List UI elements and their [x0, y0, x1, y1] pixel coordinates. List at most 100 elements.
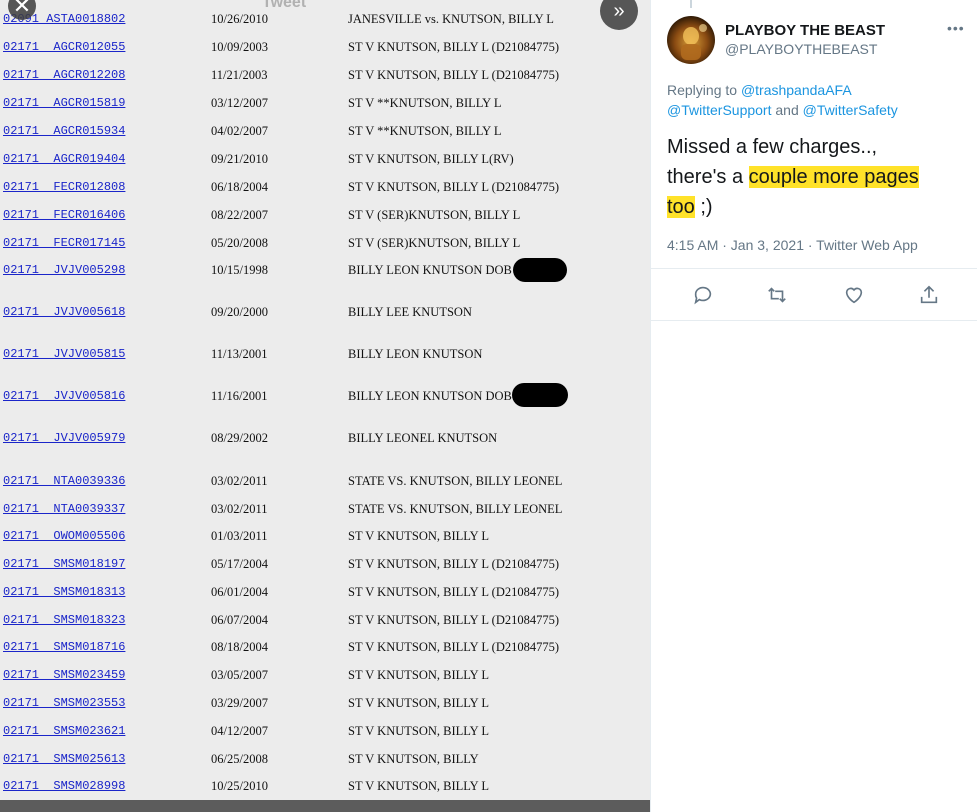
case-number-link[interactable]: 02171 AGCR015934 — [3, 124, 125, 138]
party-name: ST V KNUTSON, BILLY L (D21084775) — [348, 613, 560, 627]
case-number-link[interactable]: 02171 OWOM005506 — [3, 529, 125, 543]
filing-date: 01/03/2011 — [211, 529, 268, 543]
tweet-text-part: Missed a few charges.., — [667, 136, 878, 158]
display-name[interactable]: PLAYBOY THE BEAST — [725, 22, 885, 39]
case-number-link[interactable]: 02171 NTA0039336 — [3, 474, 125, 488]
record-row: 02171 NTA0039337 03/02/2011 STATE VS. KNUT… — [0, 502, 650, 522]
case-number-link[interactable]: 02171 SMSM018323 — [3, 613, 125, 627]
record-row: 02171 SMSM018716 08/18/2004 ST V KNUTSON, … — [0, 640, 650, 660]
more-icon[interactable]: ••• — [947, 20, 965, 36]
tweet-text: Missed a few charges.., there's a couple… — [667, 132, 967, 222]
filing-date: 05/17/2004 — [211, 557, 268, 571]
highlighted-text: couple more pages — [748, 166, 919, 188]
party-name: JANESVILLE vs. KNUTSON, BILLY L — [348, 12, 554, 26]
header-title-ghost: Tweet — [262, 0, 307, 11]
record-row: 02171 JVJV005979 08/29/2002 BILLY LEONEL K… — [0, 431, 650, 451]
and-text: and — [775, 102, 799, 118]
court-records-image: 02091 ASTA0018802 10/26/2010 JANESVILLE vs… — [0, 0, 650, 800]
record-row: 02171 AGCR015934 04/02/2007 ST V **KNUTSON… — [0, 124, 650, 144]
party-name: ST V KNUTSON, BILLY L(RV) — [348, 152, 514, 166]
filing-date: 06/01/2004 — [211, 585, 268, 599]
reply-icon[interactable] — [692, 284, 716, 308]
case-number-link[interactable]: 02171 AGCR015819 — [3, 96, 125, 110]
tweet-panel: PLAYBOY THE BEAST @PLAYBOYTHEBEAST ••• R… — [650, 0, 977, 812]
filing-date: 11/16/2001 — [211, 389, 268, 403]
filing-date: 08/29/2002 — [211, 431, 268, 445]
redaction-mark — [513, 258, 567, 282]
case-number-link[interactable]: 02171 SMSM025613 — [3, 752, 125, 766]
party-name: ST V KNUTSON, BILLY L — [348, 696, 490, 710]
filing-date: 03/12/2007 — [211, 96, 268, 110]
filing-date: 10/09/2003 — [211, 40, 268, 54]
record-row: 02171 SMSM023459 03/05/2007 ST V KNUTSON, … — [0, 668, 650, 688]
party-name: ST V KNUTSON, BILLY L (D21084775) — [348, 640, 560, 654]
case-number-link[interactable]: 02171 FECR012808 — [3, 180, 125, 194]
tweet-text-part: there's a — [667, 166, 744, 188]
party-name: STATE VS. KNUTSON, BILLY LEONEL — [348, 502, 563, 516]
case-number-link[interactable]: 02171 AGCR019404 — [3, 152, 125, 166]
case-number-link[interactable]: 02171 SMSM028998 — [3, 779, 125, 793]
like-icon[interactable] — [843, 284, 867, 308]
filing-date: 09/20/2000 — [211, 305, 268, 319]
case-number-link[interactable]: 02171 JVJV005618 — [3, 305, 125, 319]
record-row: 02171 SMSM018197 05/17/2004 ST V KNUTSON, … — [0, 557, 650, 577]
case-number-link[interactable]: 02171 JVJV005815 — [3, 347, 125, 361]
party-name: ST V KNUTSON, BILLY L (D21084775) — [348, 585, 560, 599]
filing-date: 06/18/2004 — [211, 180, 268, 194]
redaction-mark — [512, 383, 568, 407]
case-number-link[interactable]: 02171 SMSM018716 — [3, 640, 125, 654]
case-number-link[interactable]: 02171 AGCR012055 — [3, 40, 125, 54]
record-row: 02171 AGCR012055 10/09/2003 ST V KNUTSON, … — [0, 40, 650, 60]
party-name: BILLY LEE KNUTSON — [348, 305, 472, 319]
case-number-link[interactable]: 02171 SMSM023621 — [3, 724, 125, 738]
record-row: 02171 JVJV005815 11/13/2001 BILLY LEON KNU… — [0, 347, 650, 367]
record-row: 02171 SMSM023621 04/12/2007 ST V KNUTSON, … — [0, 724, 650, 744]
filing-date: 03/05/2007 — [211, 668, 268, 682]
mention-link[interactable]: @TwitterSupport — [667, 102, 771, 118]
retweet-icon[interactable] — [766, 284, 790, 308]
party-name: ST V **KNUTSON, BILLY L — [348, 124, 502, 138]
case-number-link[interactable]: 02171 JVJV005816 — [3, 389, 125, 403]
filing-date: 03/02/2011 — [211, 474, 268, 488]
case-number-link[interactable]: 02171 SMSM018197 — [3, 557, 125, 571]
party-name: BILLY LEON KNUTSON DOB — [348, 263, 512, 277]
share-icon[interactable] — [918, 284, 942, 308]
record-row: 02171 AGCR019404 09/21/2010 ST V KNUTSON, … — [0, 152, 650, 172]
filing-date: 09/21/2010 — [211, 152, 268, 166]
party-name: ST V (SER)KNUTSON, BILLY L — [348, 208, 521, 222]
tweet-timestamp[interactable]: 4:15 AM · Jan 3, 2021 · Twitter Web App — [667, 237, 918, 253]
record-row: 02171 AGCR012208 11/21/2003 ST V KNUTSON, … — [0, 68, 650, 88]
case-number-link[interactable]: 02171 FECR017145 — [3, 236, 125, 250]
case-number-link[interactable]: 02171 JVJV005298 — [3, 263, 125, 277]
case-number-link[interactable]: 02171 AGCR012208 — [3, 68, 125, 82]
case-number-link[interactable]: 02171 FECR016406 — [3, 208, 125, 222]
case-number-link[interactable]: 02171 SMSM023459 — [3, 668, 125, 682]
case-number-link[interactable]: 02171 SMSM018313 — [3, 585, 125, 599]
record-row: 02171 FECR012808 06/18/2004 ST V KNUTSON, … — [0, 180, 650, 200]
tweet-text-part: ;) — [700, 196, 713, 218]
record-row: 02171 NTA0039336 03/02/2011 STATE VS. KNUT… — [0, 474, 650, 494]
party-name: ST V **KNUTSON, BILLY L — [348, 96, 502, 110]
party-name: BILLY LEON KNUTSON — [348, 347, 483, 361]
filing-date: 08/22/2007 — [211, 208, 268, 222]
filing-date: 03/29/2007 — [211, 696, 268, 710]
horizontal-scrollbar[interactable] — [0, 800, 650, 812]
avatar[interactable] — [667, 16, 715, 64]
case-number-link[interactable]: 02171 SMSM023553 — [3, 696, 125, 710]
party-name: STATE VS. KNUTSON, BILLY LEONEL — [348, 474, 563, 488]
party-name: ST V KNUTSON, BILLY L (D21084775) — [348, 180, 560, 194]
user-handle[interactable]: @PLAYBOYTHEBEAST — [725, 41, 877, 57]
filing-date: 11/13/2001 — [211, 347, 268, 361]
mention-link[interactable]: @TwitterSafety — [803, 102, 898, 118]
filing-date: 06/25/2008 — [211, 752, 268, 766]
record-row: 02171 SMSM028998 10/25/2010 ST V KNUTSON, … — [0, 779, 650, 799]
record-row: 02171 SMSM018323 06/07/2004 ST V KNUTSON, … — [0, 613, 650, 633]
thread-connector — [690, 0, 692, 8]
highlighted-text: too — [667, 196, 695, 218]
replying-to-line: Replying to @trashpandaAFA — [667, 82, 852, 98]
record-row: 02171 JVJV005618 09/20/2000 BILLY LEE KNUT… — [0, 305, 650, 325]
party-name: ST V KNUTSON, BILLY L — [348, 529, 490, 543]
mention-link[interactable]: @trashpandaAFA — [741, 82, 852, 98]
case-number-link[interactable]: 02171 JVJV005979 — [3, 431, 125, 445]
case-number-link[interactable]: 02171 NTA0039337 — [3, 502, 125, 516]
